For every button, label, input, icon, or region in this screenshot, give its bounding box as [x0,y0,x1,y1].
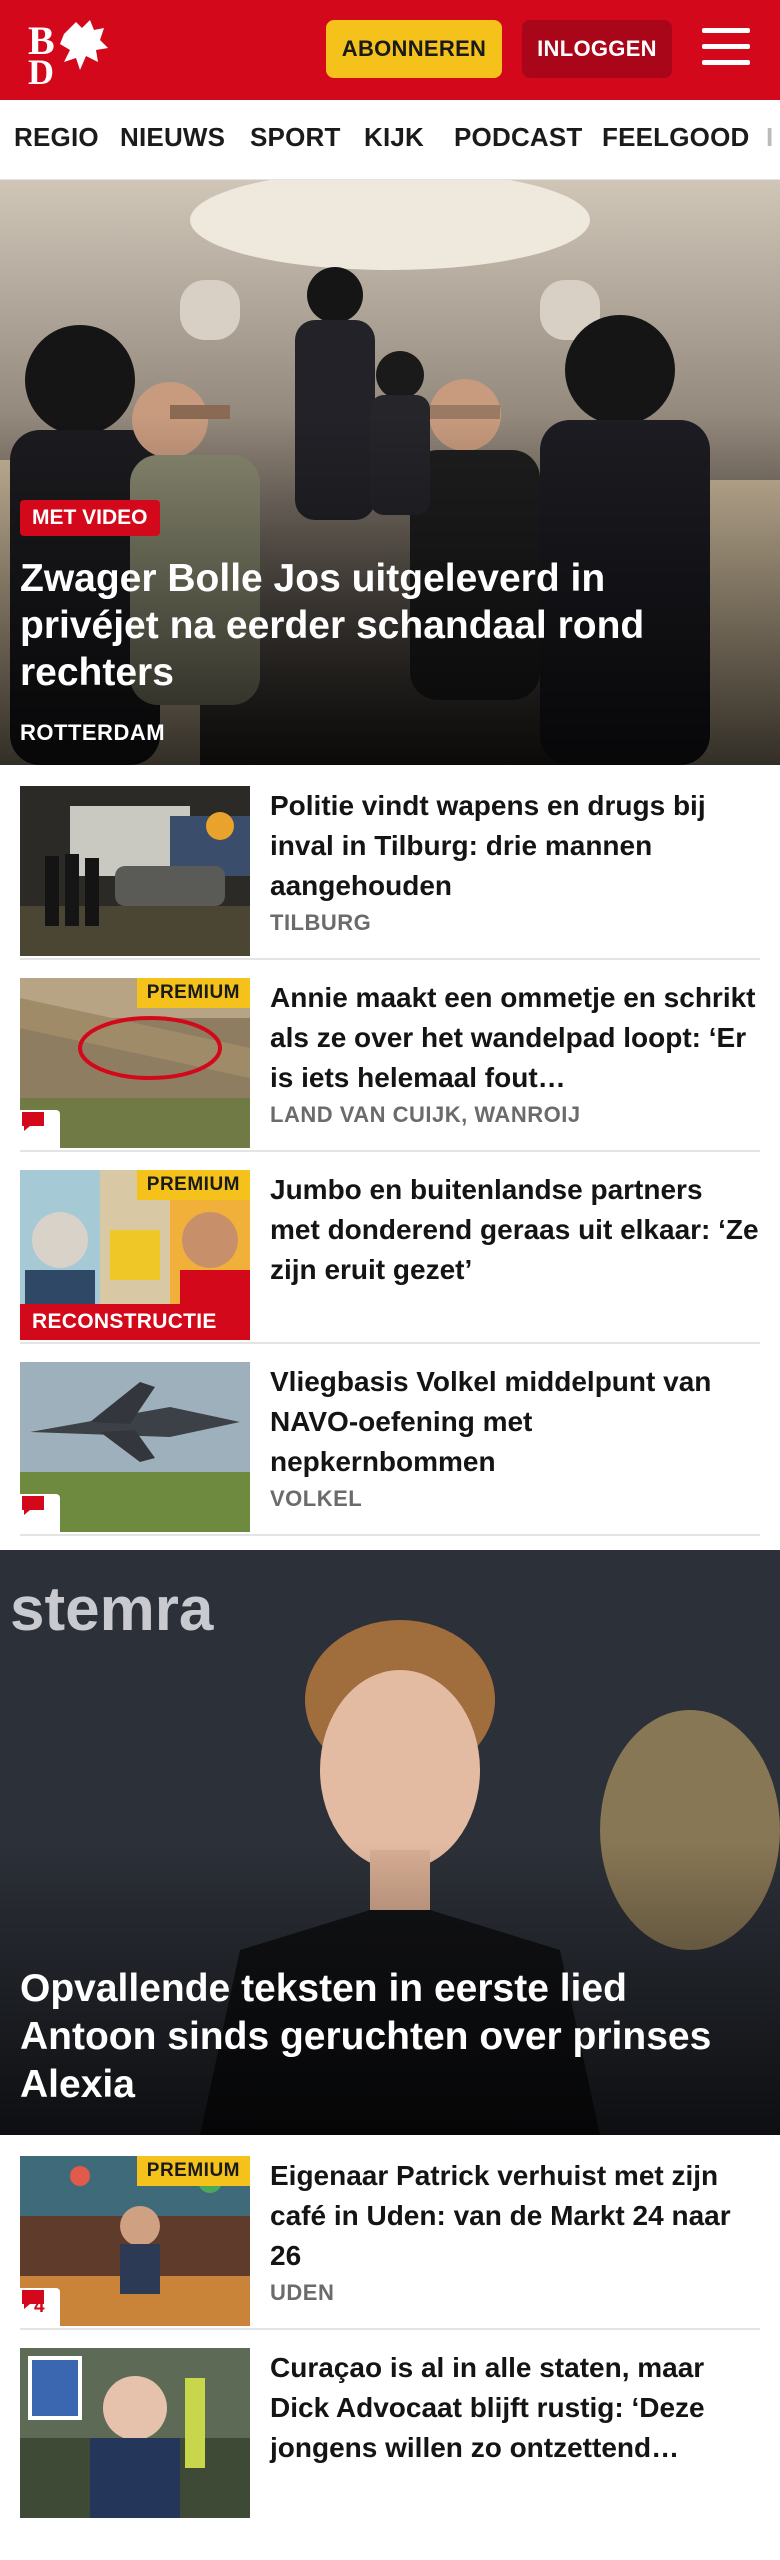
article-thumbnail: PREMIUM [20,978,250,1148]
article-row[interactable]: Politie vindt wapens en drugs bij inval … [20,780,760,960]
article-row[interactable]: PREMIUM Annie maakt een ommetje en schri… [20,972,760,1152]
article-title[interactable]: Vliegbasis Volkel middelpunt van NAVO-oe… [270,1362,760,1482]
video-badge: MET VIDEO [20,500,160,536]
article-title[interactable]: Politie vindt wapens en drugs bij inval … [270,786,760,906]
article-thumbnail: PREMIUM 4 [20,2156,250,2326]
article-row[interactable]: Vliegbasis Volkel middelpunt van NAVO-oe… [20,1356,760,1536]
article-row[interactable]: PREMIUM RECONSTRUCTIE Jumbo en buitenlan… [20,1164,760,1344]
svg-text:D: D [28,52,54,86]
nav-item-sport[interactable]: SPORT [250,122,341,153]
nav-item-nieuws[interactable]: NIEUWS [120,122,225,153]
feature-title[interactable]: Opvallende teksten in eerste lied Antoon… [20,1965,760,2109]
nav-item-podcast[interactable]: PODCAST [454,122,583,153]
article-title[interactable]: Curaçao is al in alle staten, maar Dick … [270,2348,760,2468]
comment-indicator[interactable] [20,1494,60,1532]
article-location: UDEN [270,2280,335,2305]
article-title[interactable]: Jumbo en buitenlandse partners met donde… [270,1170,760,1290]
nav-item-feelgood[interactable]: FEELGOOD [602,122,750,153]
feature-article[interactable]: stemra Opvallende teksten in eerste lied… [0,1550,780,2135]
article-location: LAND VAN CUIJK, WANROIJ [270,1102,581,1127]
article-thumbnail [20,2348,250,2518]
hero-title[interactable]: Zwager Bolle Jos uitgeleverd in privéjet… [20,555,720,696]
section-nav: REGIO NIEUWS SPORT KIJK PODCAST FEELGOOD… [0,100,780,180]
hamburger-menu-icon[interactable] [700,24,752,72]
article-title[interactable]: Eigenaar Patrick verhuist met zijn café … [270,2156,760,2276]
comment-indicator[interactable] [20,1110,60,1148]
article-thumbnail [20,786,250,956]
comment-indicator[interactable]: 4 [20,2288,60,2326]
premium-label: PREMIUM [136,978,250,1008]
subscribe-button[interactable]: ABONNEREN [326,20,502,78]
premium-label: PREMIUM [136,1170,250,1200]
article-row[interactable]: Curaçao is al in alle staten, maar Dick … [20,2342,760,2522]
hero-location: ROTTERDAM [20,720,166,745]
reconstructie-tag: RECONSTRUCTIE [20,1304,229,1340]
article-location: TILBURG [270,910,372,935]
premium-label: PREMIUM [136,2156,250,2186]
nav-item-kijk[interactable]: KIJK [364,122,424,153]
article-row[interactable]: PREMIUM 4 Eigenaar Patrick verhuist met … [20,2150,760,2330]
article-thumbnail [20,1362,250,1532]
article-thumbnail: PREMIUM RECONSTRUCTIE [20,1170,250,1340]
login-button[interactable]: INLOGGEN [522,20,672,78]
article-title[interactable]: Annie maakt een ommetje en schrikt als z… [270,978,760,1098]
site-header: B D ABONNEREN INLOGGEN [0,0,780,100]
bd-logo[interactable]: B D [24,14,120,92]
nav-item-overflow[interactable]: I [766,122,773,153]
hero-article[interactable]: MET VIDEO Zwager Bolle Jos uitgeleverd i… [0,180,780,765]
nav-item-regio[interactable]: REGIO [14,122,99,153]
article-location: VOLKEL [270,1486,363,1511]
